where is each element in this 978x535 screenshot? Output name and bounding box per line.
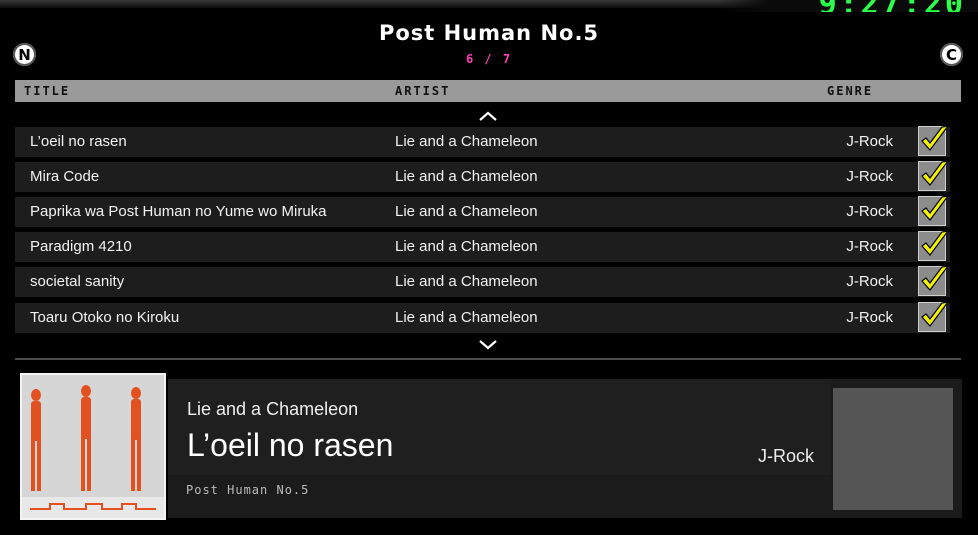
checkbox-checked-icon[interactable] xyxy=(918,301,950,332)
preview-thumbnail xyxy=(833,388,953,510)
checkbox-checked-icon[interactable] xyxy=(918,230,950,261)
checkbox-checked-icon[interactable] xyxy=(918,265,950,296)
top-decoration: 9:27:20 xyxy=(718,0,978,12)
track-artist: Lie and a Chameleon xyxy=(395,309,538,326)
column-title: TITLE xyxy=(24,84,71,98)
track-genre: J-Rock xyxy=(846,309,893,326)
page-indicator: 6 / 7 xyxy=(465,52,513,66)
c-button[interactable]: C xyxy=(940,43,963,66)
track-title: Mira Code xyxy=(30,168,100,185)
track-artist: Lie and a Chameleon xyxy=(395,273,538,290)
selected-track-panel: Lie and a Chameleon L’oeil no rasen J-Ro… xyxy=(168,379,962,518)
album-cover-image xyxy=(20,373,166,520)
track-title: Paradigm 4210 xyxy=(30,238,132,255)
selected-title: L’oeil no rasen xyxy=(187,427,394,463)
checkbox-checked-icon[interactable] xyxy=(918,195,950,226)
track-genre: J-Rock xyxy=(846,238,893,255)
track-row[interactable]: societal sanity Lie and a Chameleon J-Ro… xyxy=(15,265,950,297)
selected-genre: J-Rock xyxy=(758,446,815,466)
checkbox-checked-icon[interactable] xyxy=(918,125,950,156)
scroll-up-icon[interactable] xyxy=(478,110,498,122)
track-row[interactable]: Toaru Otoko no Kiroku Lie and a Chameleo… xyxy=(15,301,950,333)
track-title: Toaru Otoko no Kiroku xyxy=(30,309,180,326)
column-artist: ARTIST xyxy=(395,84,451,98)
top-strip: 9:27:20 xyxy=(0,0,978,12)
track-genre: J-Rock xyxy=(846,133,893,150)
track-row[interactable]: Mira Code Lie and a Chameleon J-Rock xyxy=(15,160,950,192)
track-title: Paprika wa Post Human no Yume wo Miruka xyxy=(30,203,327,220)
selected-artist: Lie and a Chameleon xyxy=(187,399,359,419)
column-genre: GENRE xyxy=(827,84,874,98)
track-artist: Lie and a Chameleon xyxy=(395,168,538,185)
track-artist: Lie and a Chameleon xyxy=(395,133,538,150)
track-artist: Lie and a Chameleon xyxy=(395,203,538,220)
track-genre: J-Rock xyxy=(846,168,893,185)
selected-album: Post Human No.5 xyxy=(186,483,310,497)
c-button-label: C xyxy=(945,45,957,64)
checkbox-checked-icon[interactable] xyxy=(918,160,950,191)
selected-track-info: Lie and a Chameleon L’oeil no rasen J-Ro… xyxy=(168,379,831,475)
track-genre: J-Rock xyxy=(846,273,893,290)
track-row[interactable]: Paradigm 4210 Lie and a Chameleon J-Rock xyxy=(15,230,950,262)
track-genre: J-Rock xyxy=(846,203,893,220)
track-title: societal sanity xyxy=(30,273,125,290)
top-decoration-text: 9:27:20 xyxy=(819,0,966,12)
divider xyxy=(15,358,961,360)
track-row[interactable]: Paprika wa Post Human no Yume wo Miruka … xyxy=(15,195,950,227)
track-artist: Lie and a Chameleon xyxy=(395,238,538,255)
track-title: L’oeil no rasen xyxy=(30,133,127,150)
scroll-down-icon[interactable] xyxy=(478,339,498,351)
album-title: Post Human No.5 xyxy=(378,21,600,45)
column-header: TITLE ARTIST GENRE xyxy=(15,80,961,102)
track-row[interactable]: L’oeil no rasen Lie and a Chameleon J-Ro… xyxy=(15,125,950,157)
